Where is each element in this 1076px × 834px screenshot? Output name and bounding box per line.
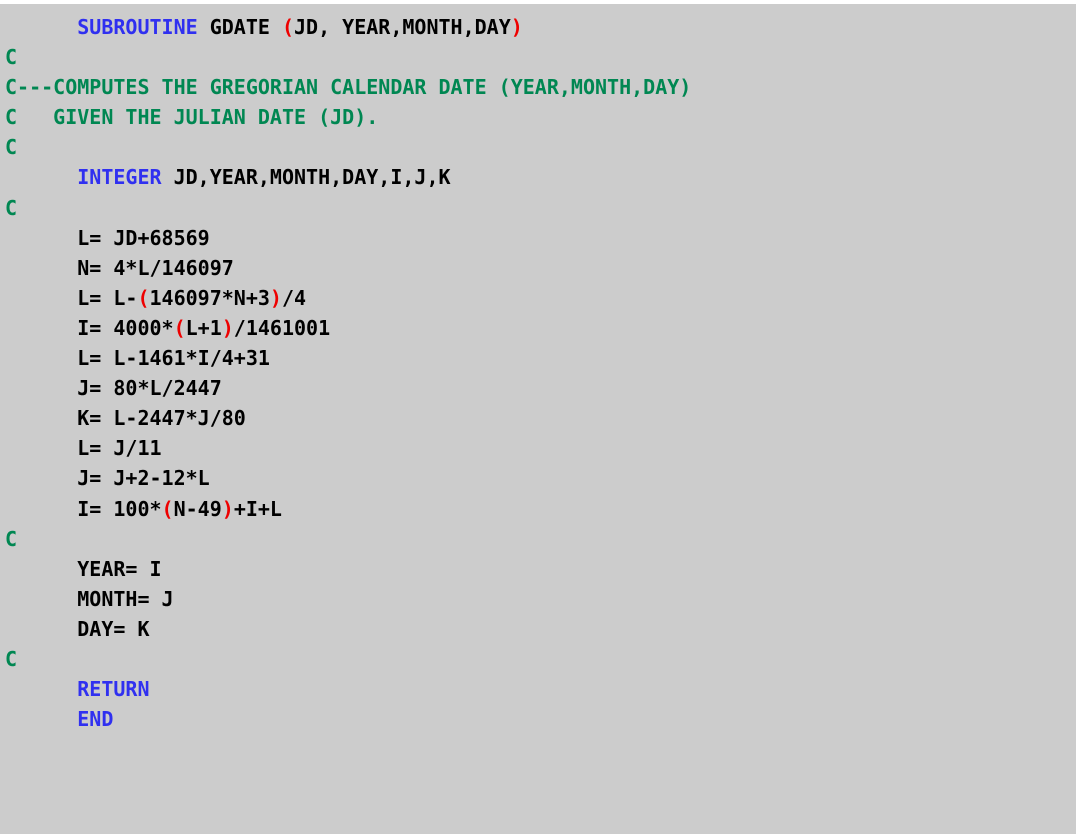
code-token: L= JD+68569: [5, 225, 210, 250]
code-line[interactable]: C: [0, 193, 1076, 223]
code-token: DAY= K: [5, 616, 150, 641]
paren-token: ): [221, 496, 234, 521]
code-line[interactable]: N= 4*L/146097: [0, 253, 1076, 283]
code-line[interactable]: C---COMPUTES THE GREGORIAN CALENDAR DATE…: [0, 72, 1076, 102]
code-token: L= L-1461*I/4+31: [5, 346, 270, 371]
code-line[interactable]: RETURN: [0, 674, 1076, 704]
code-line[interactable]: L= L-1461*I/4+31: [0, 343, 1076, 373]
code-line[interactable]: L= JD+68569: [0, 223, 1076, 253]
code-line[interactable]: C: [0, 524, 1076, 554]
code-line[interactable]: INTEGER JD,YEAR,MONTH,DAY,I,J,K: [0, 162, 1076, 192]
keyword-token: SUBROUTINE: [77, 15, 198, 39]
code-line[interactable]: I= 4000*(L+1)/1461001: [0, 313, 1076, 343]
paren-token: (: [161, 496, 174, 521]
code-token: +I+L: [233, 496, 282, 521]
code-token: YEAR= I: [5, 556, 162, 581]
code-token: MONTH= J: [5, 586, 174, 611]
code-token: I= 4000*: [5, 315, 174, 340]
comment-token: C: [5, 45, 18, 70]
paren-token: ): [510, 15, 523, 39]
code-token: J= 80*L/2447: [5, 376, 222, 401]
code-line[interactable]: J= 80*L/2447: [0, 373, 1076, 403]
comment-token: C: [5, 195, 18, 220]
keyword-token: INTEGER: [77, 165, 162, 190]
code-token: /1461001: [233, 315, 331, 340]
identifier-token: JD, YEAR,MONTH,DAY: [294, 15, 511, 39]
code-listing[interactable]: SUBROUTINE GDATE (JD, YEAR,MONTH,DAY) C C-…: [0, 4, 1076, 834]
code-token: L= J/11: [5, 436, 162, 461]
code-token: J= J+2-12*L: [5, 466, 210, 491]
identifier-token: JD,YEAR,MONTH,DAY,I,J,K: [161, 165, 451, 190]
paren-token: ): [269, 285, 282, 310]
code-token: N-49: [173, 496, 222, 521]
code-line[interactable]: END: [0, 704, 1076, 734]
code-line[interactable]: K= L-2447*J/80: [0, 403, 1076, 433]
code-line[interactable]: I= 100*(N-49)+I+L: [0, 494, 1076, 524]
code-token: K= L-2447*J/80: [5, 406, 246, 431]
comment-token: C GIVEN THE JULIAN DATE (JD).: [5, 105, 379, 130]
code-token: L= L-: [5, 285, 138, 310]
code-line[interactable]: C GIVEN THE JULIAN DATE (JD).: [0, 102, 1076, 132]
code-line[interactable]: L= L-(146097*N+3)/4: [0, 283, 1076, 313]
code-token: 146097*N+3: [149, 285, 270, 310]
code-line[interactable]: C: [0, 644, 1076, 674]
paren-token: (: [281, 15, 295, 39]
code-token: I= 100*: [5, 496, 162, 521]
code-line[interactable]: DAY= K: [0, 614, 1076, 644]
code-line[interactable]: C: [0, 42, 1076, 72]
comment-token: C: [5, 135, 18, 160]
code-line[interactable]: L= J/11: [0, 433, 1076, 463]
paren-token: ): [221, 315, 234, 340]
paren-token: (: [137, 285, 150, 310]
code-token: N= 4*L/146097: [5, 255, 234, 280]
code-line[interactable]: MONTH= J: [0, 584, 1076, 614]
code-line[interactable]: YEAR= I: [0, 554, 1076, 584]
code-line[interactable]: J= J+2-12*L: [0, 463, 1076, 493]
paren-token: (: [173, 315, 186, 340]
keyword-token: RETURN: [77, 677, 150, 702]
identifier-token: GDATE: [197, 15, 282, 39]
keyword-token: END: [77, 707, 114, 732]
comment-token: C: [5, 646, 18, 671]
code-line[interactable]: C: [0, 132, 1076, 162]
code-token: /4: [281, 285, 307, 310]
comment-token: C---COMPUTES THE GREGORIAN CALENDAR DATE…: [5, 75, 692, 100]
code-line[interactable]: SUBROUTINE GDATE (JD, YEAR,MONTH,DAY): [0, 12, 1076, 42]
code-token: L+1: [185, 315, 222, 340]
comment-token: C: [5, 526, 18, 551]
